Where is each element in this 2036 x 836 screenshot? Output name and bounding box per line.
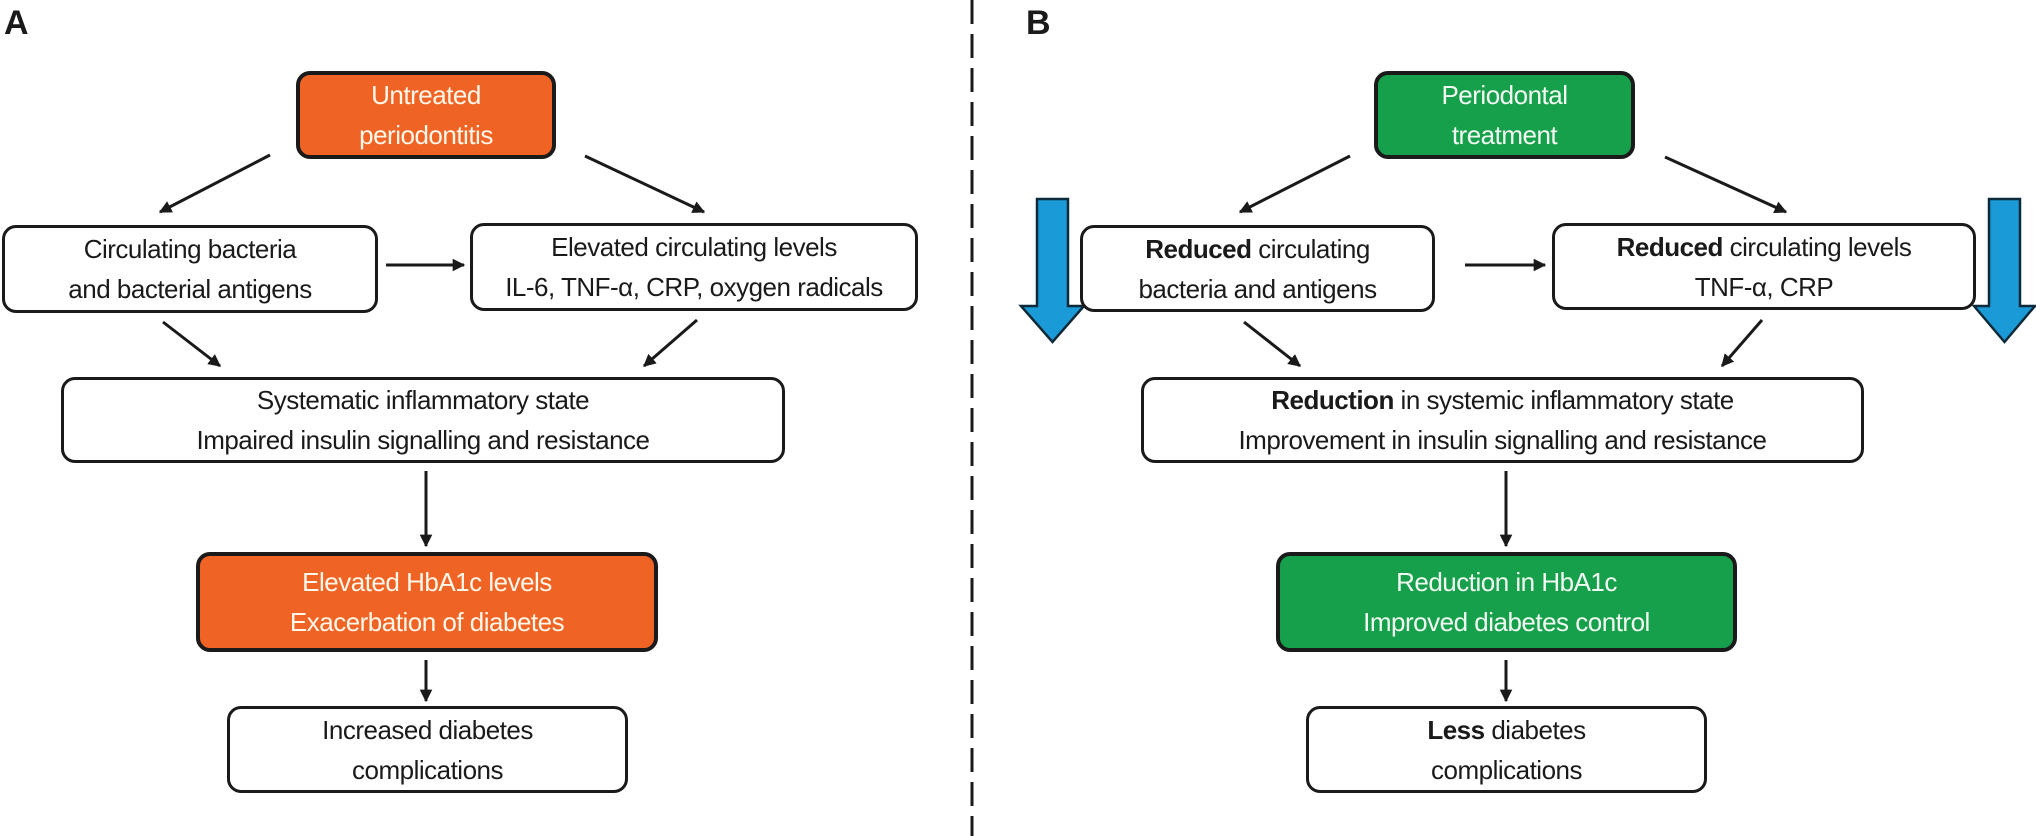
systematic-inflammatory-state-box: Systematic inflammatory state Impaired i… <box>61 377 785 463</box>
left-decrease-arrow-icon <box>1018 197 1087 344</box>
emphasis-text: Less <box>1427 714 1485 745</box>
box-line-rest: circulating levels <box>1722 231 1912 262</box>
emphasis-text: Reduced <box>1145 233 1252 264</box>
emphasis-text: Reduced <box>1616 231 1724 262</box>
box-line: Periodontal <box>1441 80 1568 110</box>
box-line: Improvement in insulin signalling and re… <box>1238 425 1767 455</box>
arrow-a-start-to-right <box>584 154 706 214</box>
box-line: complications <box>351 754 504 785</box>
right-decrease-arrow-icon <box>1971 197 2036 344</box>
box-line: Systematic inflammatory state <box>256 385 590 415</box>
arrow-a-start-to-left <box>158 153 271 214</box>
elevated-circulating-levels-box: Elevated circulating levels IL-6, TNF-α,… <box>470 223 918 311</box>
box-line-rest: circulating <box>1251 233 1370 264</box>
box-line: Exacerbation of diabetes <box>289 607 565 637</box>
box-line: Elevated circulating levels <box>551 232 837 262</box>
box-line: Circulating bacteria <box>83 234 297 264</box>
circulating-bacteria-box: Circulating bacteria and bacterial antig… <box>2 225 378 313</box>
arrow-a-left-to-merge <box>162 320 221 368</box>
box-line: TNF-α, CRP <box>1694 271 1834 302</box>
box-line: Reduction in systemic inflammatory state <box>1271 380 1734 420</box>
untreated-periodontitis-box: Untreated periodontitis <box>296 71 556 159</box>
increased-complications-box: Increased diabetes complications <box>227 706 628 793</box>
reduced-circulating-levels-box: Reduced circulating levels TNF-α, CRP <box>1552 223 1976 310</box>
reduction-hba1c-box: Reduction in HbA1c Improved diabetes con… <box>1276 552 1737 652</box>
box-line: Impaired insulin signalling and resistan… <box>196 425 650 455</box>
arrow-a-right-to-merge <box>643 318 698 368</box>
box-line-rest: diabetes <box>1484 714 1586 745</box>
reduction-inflammatory-state-box: Reduction in systemic inflammatory state… <box>1141 377 1864 463</box>
box-line: complications <box>1430 754 1583 785</box>
periodontal-treatment-box: Periodontal treatment <box>1374 71 1635 159</box>
elevated-hba1c-box: Elevated HbA1c levels Exacerbation of di… <box>196 552 658 652</box>
box-line: treatment <box>1451 120 1558 150</box>
box-line: IL-6, TNF-α, CRP, oxygen radicals <box>505 272 883 302</box>
box-line: Reduction in HbA1c <box>1396 567 1617 597</box>
emphasis-text: Reduction <box>1271 385 1394 415</box>
arrow-b-start-to-right <box>1664 155 1788 214</box>
box-line: Reduced circulating levels <box>1617 227 1912 267</box>
box-line: and bacterial antigens <box>68 274 312 304</box>
less-complications-box: Less diabetes complications <box>1306 706 1707 793</box>
box-line: Untreated <box>371 80 481 110</box>
box-line: Less diabetes <box>1427 710 1586 750</box>
box-line: Reduced circulating <box>1145 229 1370 269</box>
reduced-bacteria-box: Reduced circulating bacteria and antigen… <box>1080 225 1435 312</box>
box-line: Increased diabetes <box>322 714 533 745</box>
box-line: Elevated HbA1c levels <box>302 567 552 597</box>
arrow-b-start-to-left <box>1238 154 1351 214</box>
arrow-b-right-to-merge <box>1720 319 1764 367</box>
box-line: Improved diabetes control <box>1363 607 1650 637</box>
box-line: periodontitis <box>359 120 493 150</box>
box-line-rest: in systemic inflammatory state <box>1393 385 1735 415</box>
box-line: bacteria and antigens <box>1138 273 1377 304</box>
arrow-b-left-to-merge <box>1243 320 1301 368</box>
